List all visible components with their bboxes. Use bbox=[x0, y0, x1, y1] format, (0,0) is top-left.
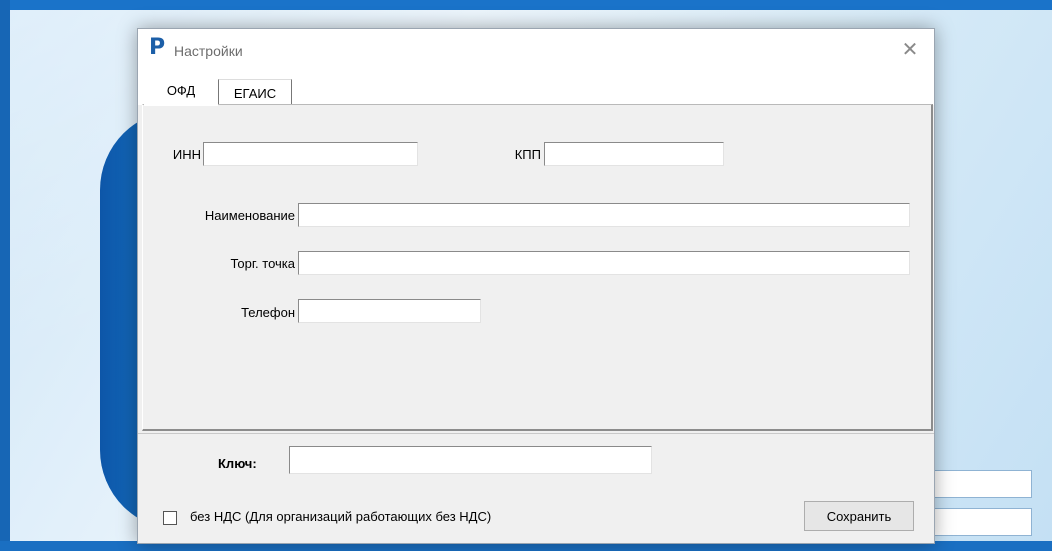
tab-panel-ofd: ИНН КПП Наименование Торг. точка Телефон bbox=[142, 104, 933, 431]
tab-egais[interactable]: ЕГАИС bbox=[218, 79, 292, 106]
no-vat-checkbox[interactable] bbox=[163, 511, 177, 525]
background-window-field bbox=[930, 470, 1032, 498]
save-button[interactable]: Сохранить bbox=[804, 501, 914, 531]
name-label: Наименование bbox=[204, 208, 295, 223]
no-vat-label[interactable]: без НДС (Для организаций работающих без … bbox=[190, 509, 491, 524]
app-logo-icon: P bbox=[149, 35, 166, 60]
inn-field[interactable] bbox=[203, 142, 418, 166]
key-field[interactable] bbox=[289, 446, 652, 474]
close-icon[interactable]: ✕ bbox=[900, 39, 920, 59]
phone-label: Телефон bbox=[241, 305, 295, 320]
kpp-label: КПП bbox=[514, 147, 541, 162]
background-window-field bbox=[930, 508, 1032, 536]
inn-label: ИНН bbox=[172, 147, 201, 162]
store-label: Торг. точка bbox=[230, 256, 296, 271]
tab-ofd[interactable]: ОФД bbox=[144, 76, 218, 106]
title-bar[interactable]: P Настройки ✕ bbox=[138, 29, 934, 73]
settings-dialog: P Настройки ✕ ОФД ЕГАИС ИНН КПП Наименов… bbox=[137, 28, 935, 544]
store-field[interactable] bbox=[298, 251, 910, 275]
desktop-left-bar bbox=[0, 0, 10, 551]
kpp-field[interactable] bbox=[544, 142, 724, 166]
footer-separator bbox=[138, 433, 934, 434]
desktop-top-bar bbox=[0, 0, 1052, 10]
key-label: Ключ: bbox=[218, 456, 257, 471]
window-title: Настройки bbox=[174, 43, 243, 59]
phone-field[interactable] bbox=[298, 299, 481, 323]
name-field[interactable] bbox=[298, 203, 910, 227]
